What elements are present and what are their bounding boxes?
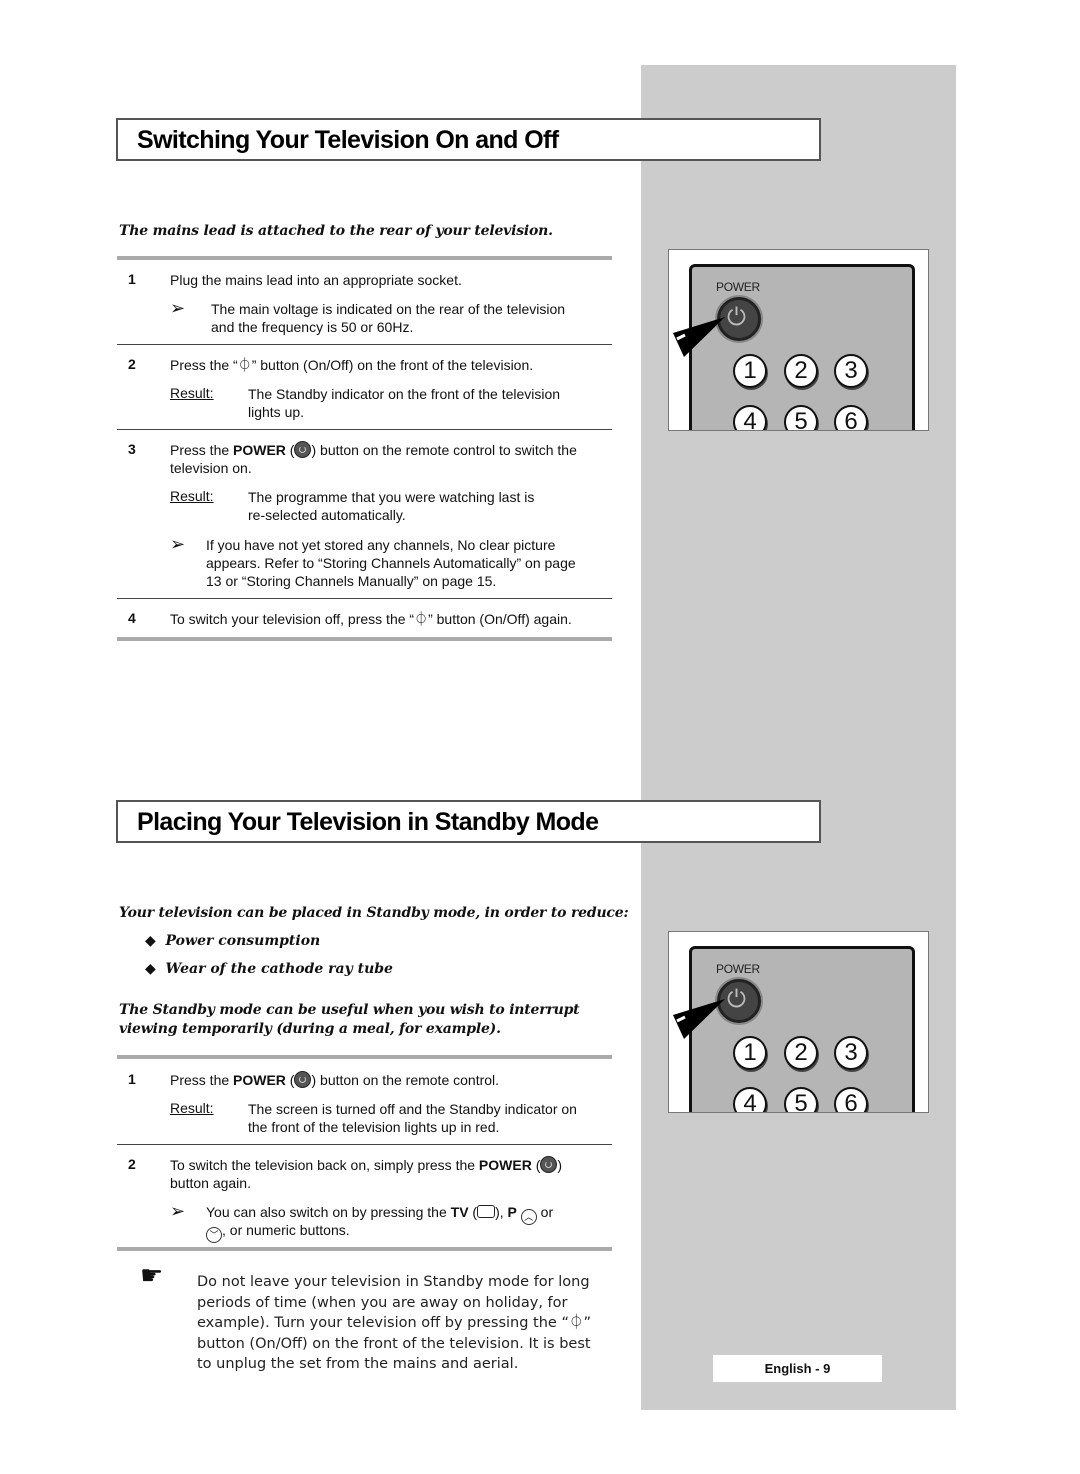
step-text: To switch the television back on, simply… bbox=[170, 1156, 563, 1173]
bullet-item: ◆ Wear of the cathode ray tube bbox=[145, 961, 393, 977]
number-button-3: 3 bbox=[834, 1036, 868, 1070]
step-number: 1 bbox=[128, 1071, 136, 1087]
bullet-item: ◆ Power consumption bbox=[145, 933, 320, 949]
result-line: the front of the television lights up in… bbox=[248, 1119, 500, 1135]
section-title: Placing Your Television in Standby Mode bbox=[137, 808, 599, 836]
result-label: Result: bbox=[170, 1100, 214, 1116]
hand-pointer-icon: ☛ bbox=[140, 1260, 164, 1290]
number-button-2: 2 bbox=[784, 1036, 818, 1070]
divider bbox=[117, 344, 612, 345]
note-line: appears. Refer to “Storing Channels Auto… bbox=[206, 555, 576, 571]
number-button-1: 1 bbox=[733, 1036, 767, 1070]
step-text: television on. bbox=[170, 460, 252, 476]
number-button-2: 2 bbox=[784, 354, 818, 388]
divider bbox=[117, 1055, 612, 1059]
bullet-text: Wear of the cathode ray tube bbox=[165, 961, 393, 977]
arrow-icon: ➢ bbox=[170, 298, 186, 318]
tv-keyword: TV bbox=[450, 1204, 469, 1220]
divider bbox=[117, 637, 612, 641]
tv-icon bbox=[477, 1205, 496, 1218]
number-button-5: 5 bbox=[784, 405, 818, 430]
number-button-6: 6 bbox=[834, 1087, 868, 1112]
power-icon bbox=[294, 1071, 312, 1088]
number-button-3: 3 bbox=[834, 354, 868, 388]
result-line: The programme that you were watching las… bbox=[248, 489, 535, 505]
text: ) button on the remote control. bbox=[311, 1072, 500, 1088]
divider bbox=[117, 598, 612, 599]
note-line: 13 or “Storing Channels Manually” on pag… bbox=[206, 573, 497, 589]
power-label: POWER bbox=[716, 280, 760, 294]
power-keyword: POWER bbox=[478, 1157, 532, 1173]
text: Press the bbox=[170, 1072, 234, 1088]
diamond-bullet-icon: ◆ bbox=[145, 961, 156, 977]
note-line: ﹀, or numeric buttons. bbox=[206, 1221, 350, 1243]
step-number: 2 bbox=[128, 1156, 136, 1172]
step-text: To switch your television off, press the… bbox=[170, 611, 572, 627]
result-label: Result: bbox=[170, 488, 214, 504]
step-text: button again. bbox=[170, 1175, 251, 1191]
number-button-5: 5 bbox=[784, 1087, 818, 1112]
page-number-label: English - 9 bbox=[713, 1355, 882, 1382]
step-text: Press the POWER () button on the remote … bbox=[170, 441, 577, 458]
section-intro: The Standby mode can be useful when you … bbox=[119, 1002, 580, 1018]
result-line: lights up. bbox=[248, 404, 305, 420]
bullet-text: Power consumption bbox=[165, 933, 321, 949]
power-glyph: ⏻ bbox=[727, 304, 746, 331]
step-number: 1 bbox=[128, 271, 136, 287]
section-intro: viewing temporarily (during a meal, for … bbox=[119, 1021, 501, 1037]
number-button-4: 4 bbox=[733, 405, 767, 430]
divider bbox=[117, 1144, 612, 1145]
number-button-1: 1 bbox=[733, 354, 767, 388]
step-number: 2 bbox=[128, 356, 136, 372]
step-text: Press the POWER () button on the remote … bbox=[170, 1071, 500, 1088]
text: To switch the television back on, simply… bbox=[170, 1157, 479, 1173]
divider bbox=[117, 1247, 612, 1251]
result-line: re-selected automatically. bbox=[248, 507, 406, 523]
arrow-icon: ➢ bbox=[170, 1201, 186, 1221]
step-text: Plug the mains lead into an appropriate … bbox=[170, 272, 462, 288]
step-number: 3 bbox=[128, 441, 136, 457]
section-title-box: Switching Your Television On and Off bbox=[116, 118, 821, 161]
note-line: and the frequency is 50 or 60Hz. bbox=[211, 319, 414, 335]
note-line: If you have not yet stored any channels,… bbox=[206, 537, 556, 553]
remote-illustration: POWER ⏻ 1 2 3 4 5 6 bbox=[668, 249, 929, 431]
section-title: Switching Your Television On and Off bbox=[137, 126, 559, 154]
text: ) bbox=[557, 1157, 563, 1173]
remote-illustration: POWER ⏻ 1 2 3 4 5 6 bbox=[668, 931, 929, 1113]
section-title-box: Placing Your Television in Standby Mode bbox=[116, 800, 821, 843]
divider bbox=[117, 429, 612, 430]
text: You can also switch on by pressing the bbox=[206, 1204, 451, 1220]
chevron-up-icon: ︿ bbox=[520, 1209, 537, 1225]
result-line: The screen is turned off and the Standby… bbox=[248, 1101, 577, 1117]
note-line: The main voltage is indicated on the rea… bbox=[211, 301, 566, 317]
power-icon bbox=[540, 1156, 558, 1173]
power-icon bbox=[294, 441, 312, 458]
pointer-arrow-icon bbox=[673, 317, 725, 357]
number-button-4: 4 bbox=[733, 1087, 767, 1112]
section-intro: Your television can be placed in Standby… bbox=[119, 905, 629, 921]
diamond-bullet-icon: ◆ bbox=[145, 933, 156, 949]
step-number: 4 bbox=[128, 610, 136, 626]
text: ) button on the remote control to switch… bbox=[311, 442, 577, 458]
arrow-icon: ➢ bbox=[170, 534, 186, 554]
power-glyph: ⏻ bbox=[727, 986, 746, 1013]
chevron-down-icon: ﹀ bbox=[206, 1227, 222, 1243]
text: , or numeric buttons. bbox=[222, 1222, 350, 1238]
pointer-arrow-icon bbox=[673, 999, 725, 1039]
text: Press the bbox=[170, 442, 234, 458]
power-label: POWER bbox=[716, 962, 760, 976]
section-intro: The mains lead is attached to the rear o… bbox=[119, 223, 553, 239]
step-text: Press the “⏀” button (On/Off) on the fro… bbox=[170, 357, 534, 373]
result-line: The Standby indicator on the front of th… bbox=[248, 386, 561, 402]
number-button-6: 6 bbox=[834, 405, 868, 430]
divider bbox=[117, 256, 612, 260]
p-keyword: P bbox=[507, 1204, 517, 1220]
result-label: Result: bbox=[170, 385, 214, 401]
power-keyword: POWER bbox=[233, 442, 286, 458]
text: or bbox=[536, 1204, 554, 1220]
warning-note: Do not leave your television in Standby … bbox=[197, 1274, 591, 1372]
power-keyword: POWER bbox=[233, 1072, 286, 1088]
